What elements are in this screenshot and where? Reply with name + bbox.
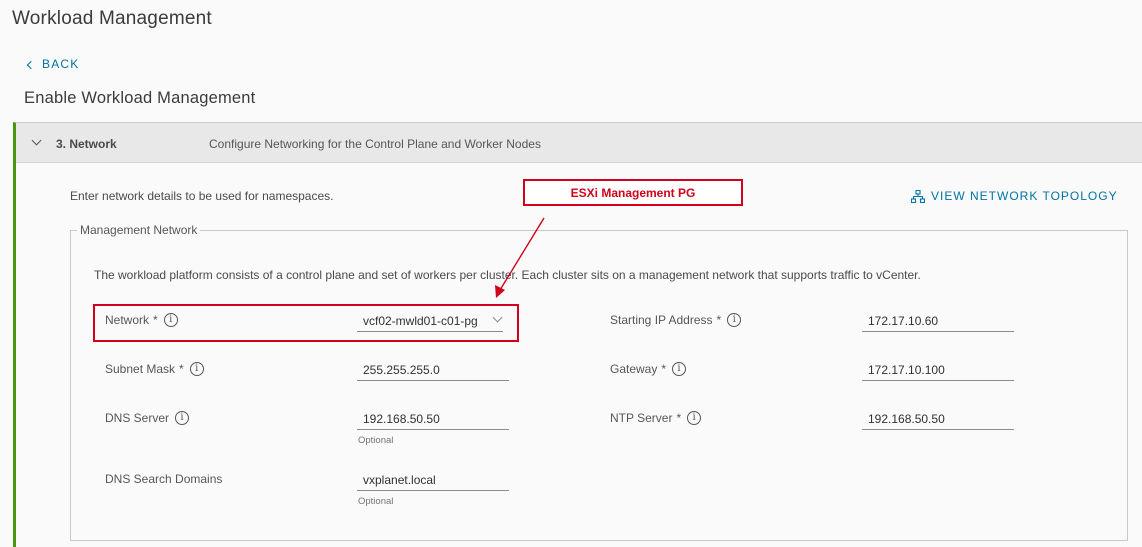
gateway-input[interactable]: 172.17.10.100 — [862, 359, 1014, 381]
ntp-server-input[interactable]: 192.168.50.50 — [862, 408, 1014, 430]
info-icon[interactable]: i — [175, 411, 190, 425]
topology-link-label: VIEW NETWORK TOPOLOGY — [931, 189, 1118, 203]
info-icon[interactable]: i — [189, 362, 204, 376]
back-button[interactable]: BACK — [26, 57, 80, 71]
required-marker: * — [179, 362, 184, 376]
annotation-callout: ESXi Management PG — [523, 179, 743, 206]
dns-server-label-text: DNS Server — [105, 411, 170, 425]
view-network-topology-link[interactable]: VIEW NETWORK TOPOLOGY — [911, 189, 1118, 203]
dns-search-domains-label-text: DNS Search Domains — [105, 472, 223, 486]
topology-icon — [911, 189, 925, 203]
dns-search-domains-hint: Optional — [358, 496, 394, 507]
ntp-server-label: NTP Server * i — [610, 411, 702, 425]
required-marker: * — [676, 411, 682, 425]
wizard-title: Enable Workload Management — [24, 89, 256, 107]
back-label: BACK — [42, 57, 80, 71]
dns-search-domains-label: DNS Search Domains — [105, 472, 222, 486]
dns-server-label: DNS Server i — [105, 411, 190, 425]
step-description: Configure Networking for the Control Pla… — [209, 137, 541, 151]
step-label: 3. Network — [56, 137, 117, 151]
annotation-highlight-box — [93, 304, 519, 342]
info-icon[interactable]: i — [687, 411, 702, 425]
ntp-server-label-text: NTP Server — [610, 411, 673, 425]
dns-search-domains-input[interactable]: vxplanet.local — [357, 469, 509, 491]
starting-ip-label-text: Starting IP Address — [610, 313, 713, 327]
page-title: Workload Management — [12, 8, 212, 29]
info-icon[interactable]: i — [672, 362, 687, 376]
annotation-label: ESXi Management PG — [570, 185, 696, 200]
starting-ip-input[interactable]: 172.17.10.60 — [862, 310, 1014, 332]
chevron-left-icon — [26, 60, 36, 69]
info-icon[interactable]: i — [727, 313, 742, 327]
required-marker: * — [661, 362, 667, 376]
dns-server-hint: Optional — [358, 435, 394, 446]
gateway-label-text: Gateway — [610, 362, 658, 376]
chevron-down-icon[interactable] — [31, 135, 42, 146]
required-marker: * — [716, 313, 722, 327]
management-network-legend: Management Network — [80, 223, 198, 237]
subnet-mask-input[interactable]: 255.255.255.0 — [357, 359, 509, 381]
subnet-mask-label-text: Subnet Mask — [105, 362, 176, 376]
intro-text: Enter network details to be used for nam… — [70, 189, 334, 203]
subnet-mask-label: Subnet Mask * i — [105, 362, 204, 376]
gateway-label: Gateway * i — [610, 362, 687, 376]
starting-ip-label: Starting IP Address * i — [610, 313, 742, 327]
dns-server-input[interactable]: 192.168.50.50 — [357, 408, 509, 430]
management-network-description: The workload platform consists of a cont… — [94, 268, 921, 282]
step-header[interactable]: 3. Network Configure Networking for the … — [16, 123, 1142, 163]
